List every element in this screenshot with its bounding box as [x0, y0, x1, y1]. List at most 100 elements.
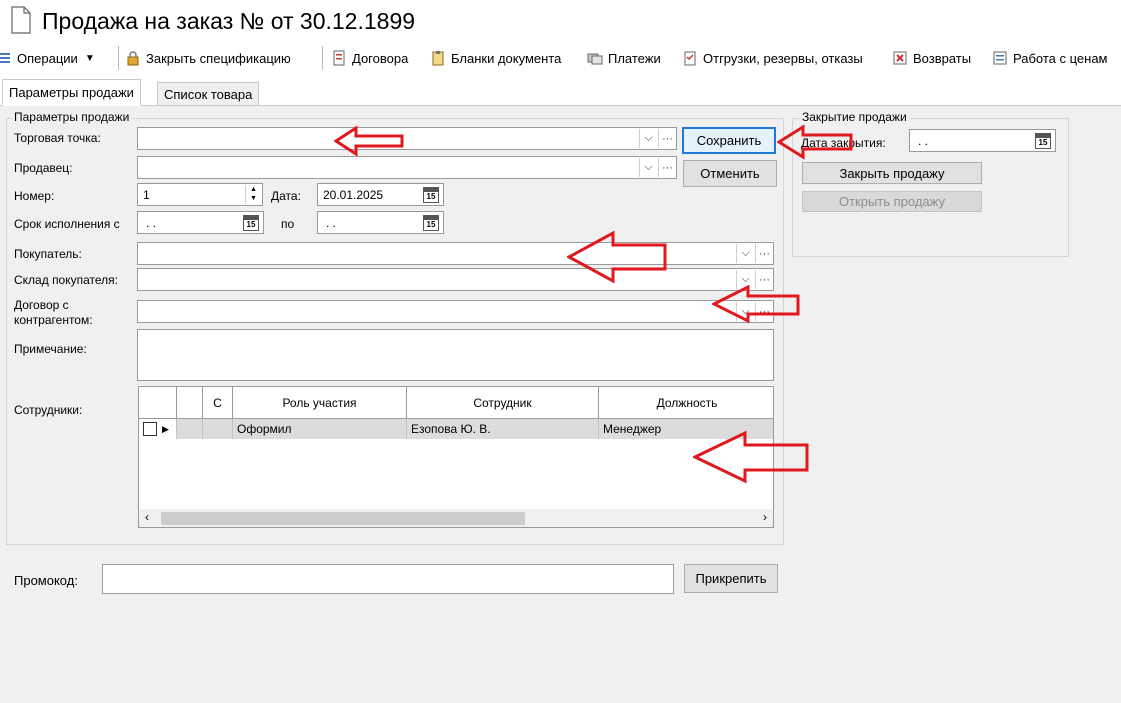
employees-label: Сотрудники: [14, 403, 83, 417]
calendar-icon[interactable]: 15 [423, 187, 439, 203]
calendar-icon[interactable]: 15 [423, 215, 439, 231]
close-date-field[interactable]: . . 15 [909, 129, 1056, 152]
attach-button[interactable]: Прикрепить [684, 564, 778, 593]
calendar-icon[interactable]: 15 [1035, 133, 1051, 149]
seller-label: Продавец: [14, 161, 73, 175]
price-list-icon [993, 51, 1007, 65]
contract-label-line2: контрагентом: [14, 313, 93, 327]
deadline-from-value: . . [146, 216, 157, 230]
cancel-button[interactable]: Отменить [683, 160, 777, 187]
prices-button[interactable]: Работа с ценам [992, 48, 1108, 68]
date-label: Дата: [271, 189, 301, 203]
spinner-icon[interactable]: ▲ ▼ [245, 185, 261, 204]
clipboard-icon [432, 51, 444, 66]
returns-button[interactable]: Возвраты [892, 48, 971, 68]
returns-label: Возвраты [913, 50, 972, 66]
buyer-field[interactable]: ⌵ ··· [137, 242, 774, 265]
list-icon [0, 53, 10, 63]
contracts-button[interactable]: Договора [331, 48, 408, 68]
deadline-to-value: . . [326, 216, 337, 230]
close-spec-label: Закрыть спецификацию [146, 50, 291, 66]
number-label: Номер: [14, 189, 55, 203]
note-textarea[interactable] [137, 329, 774, 381]
number-field[interactable]: 1 ▲ ▼ [137, 183, 263, 206]
tab-goods-list[interactable]: Список товара [157, 82, 260, 106]
dropdown-arrow-icon: ▼ [84, 52, 95, 64]
trade-point-field[interactable]: ⌵ ··· [137, 127, 677, 150]
annotation-arrow-icon [693, 430, 809, 484]
table-row[interactable]: ▶ Оформил Езопова Ю. В. Менеджер [139, 419, 773, 439]
toolbar-separator [322, 46, 323, 70]
chevron-down-icon[interactable]: ⌵ [736, 244, 754, 263]
annotation-arrow-icon [334, 126, 404, 156]
payments-icon [587, 53, 603, 65]
horizontal-scrollbar[interactable]: ‹ › [139, 509, 773, 527]
promo-input[interactable] [102, 564, 674, 594]
scroll-left-icon[interactable]: ‹ [145, 510, 149, 524]
grid-header-c[interactable]: С [203, 387, 233, 419]
blanks-button[interactable]: Бланки документа [430, 48, 561, 68]
closing-title: Закрытие продажи [800, 110, 909, 124]
deadline-to-field[interactable]: . . 15 [317, 211, 444, 234]
contract-icon [333, 50, 345, 66]
scroll-right-icon[interactable]: › [763, 510, 767, 524]
deadline-label: Срок исполнения с [14, 217, 120, 231]
toolbar-separator [118, 46, 119, 70]
promo-label: Промокод: [14, 573, 78, 588]
grid-header-position[interactable]: Должность [599, 387, 773, 419]
document-icon [11, 6, 31, 34]
toolbar: Операции ▼ Закрыть спецификацию Договора… [0, 42, 1121, 74]
trade-point-label: Торговая точка: [14, 131, 101, 145]
chevron-down-icon[interactable]: ⌵ [639, 158, 657, 177]
close-spec-button[interactable]: Закрыть спецификацию [125, 48, 291, 68]
row-pointer-icon: ▶ [162, 423, 169, 434]
close-sale-button[interactable]: Закрыть продажу [802, 162, 982, 184]
ellipsis-icon[interactable]: ··· [755, 244, 773, 263]
prices-label: Работа с ценам [1013, 50, 1108, 66]
payments-label: Платежи [608, 50, 661, 66]
row-cell-c [203, 419, 233, 439]
ellipsis-icon[interactable]: ··· [658, 158, 676, 177]
row-cell-employee[interactable]: Езопова Ю. В. [407, 419, 599, 439]
deadline-from-field[interactable]: . . 15 [137, 211, 264, 234]
payments-button[interactable]: Платежи [587, 48, 661, 68]
close-date-value: . . [918, 134, 929, 148]
save-button[interactable]: Сохранить [682, 127, 776, 154]
grid-header-blank [177, 387, 203, 419]
buyer-label: Покупатель: [14, 247, 82, 261]
operations-label: Операции [17, 50, 78, 66]
contracts-label: Договора [352, 50, 409, 66]
window-title: Продажа на заказ № от 30.12.1899 [42, 8, 416, 34]
open-sale-button[interactable]: Открыть продажу [802, 191, 982, 212]
sale-params-title: Параметры продажи [12, 110, 132, 124]
scrollbar-thumb[interactable] [161, 512, 525, 525]
buyer-warehouse-label: Склад покупателя: [14, 273, 118, 287]
title-bar: Продажа на заказ № от 30.12.1899 [0, 0, 1121, 42]
shipments-button[interactable]: Отгрузки, резервы, отказы [682, 48, 863, 68]
grid-header-employee[interactable]: Сотрудник [407, 387, 599, 419]
seller-field[interactable]: ⌵ ··· [137, 156, 677, 179]
row-cell-blank [177, 419, 203, 439]
tab-sale-params[interactable]: Параметры продажи [2, 79, 141, 106]
number-value: 1 [143, 188, 150, 202]
note-label: Примечание: [14, 342, 87, 356]
employees-grid[interactable]: С Роль участия Сотрудник Должность ▶ Офо… [138, 386, 774, 528]
buyer-warehouse-field[interactable]: ⌵ ··· [137, 268, 774, 291]
deadline-to-label: по [281, 217, 295, 231]
contract-field[interactable]: ⌵ ··· [137, 300, 774, 323]
grid-header-indicator [139, 387, 177, 419]
annotation-arrow-icon [567, 230, 667, 284]
returns-icon [893, 51, 907, 65]
date-field[interactable]: 20.01.2025 15 [317, 183, 444, 206]
checkbox[interactable] [143, 422, 157, 436]
grid-header-role[interactable]: Роль участия [233, 387, 407, 419]
row-selector[interactable]: ▶ [139, 419, 177, 439]
operations-menu[interactable]: Операции ▼ [0, 48, 95, 68]
date-value: 20.01.2025 [323, 188, 384, 202]
chevron-down-icon[interactable]: ⌵ [639, 129, 657, 148]
row-cell-role[interactable]: Оформил [233, 419, 407, 439]
calendar-icon[interactable]: 15 [243, 215, 259, 231]
shipments-label: Отгрузки, резервы, отказы [703, 50, 863, 66]
ellipsis-icon[interactable]: ··· [658, 129, 676, 148]
lock-icon [127, 51, 139, 66]
